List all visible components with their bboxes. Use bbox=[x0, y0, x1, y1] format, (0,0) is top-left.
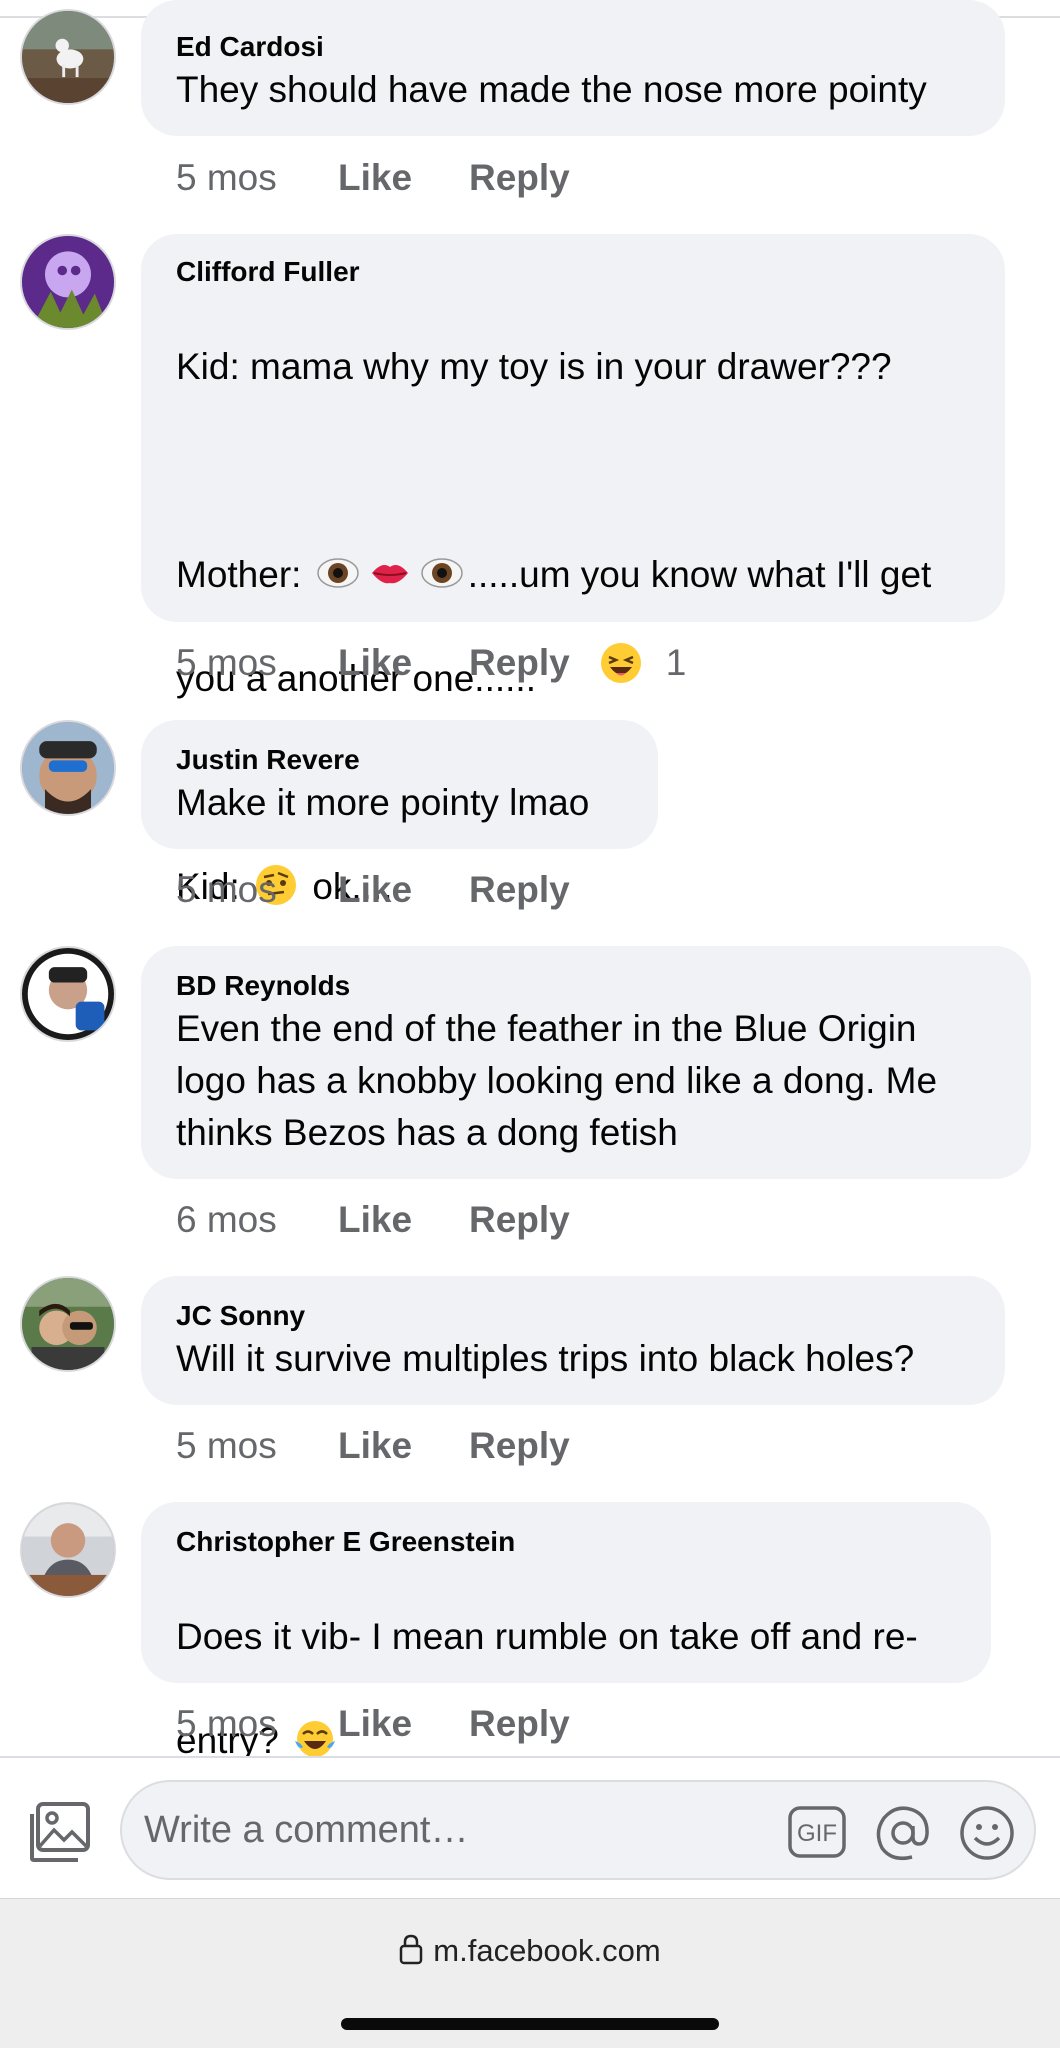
comment-line: Does it vib- I mean rumble on take off a… bbox=[176, 1616, 918, 1657]
reply-button[interactable]: Reply bbox=[469, 869, 570, 911]
comment-time[interactable]: 5 mos bbox=[176, 1425, 338, 1467]
comment-list: Ed Cardosi They should have made the nos… bbox=[0, 0, 1060, 1756]
comment-input-box[interactable]: GIF bbox=[120, 1780, 1036, 1880]
comment-text: Even the end of the feather in the Blue … bbox=[176, 1008, 938, 1153]
address-bar[interactable]: m.facebook.com bbox=[0, 1933, 1060, 1969]
comment-time[interactable]: 5 mos bbox=[176, 642, 338, 684]
comment-actions: 5 mos Like Reply bbox=[176, 1422, 570, 1470]
comment-author[interactable]: Ed Cardosi bbox=[176, 30, 969, 64]
lock-icon bbox=[400, 1934, 423, 1965]
like-button[interactable]: Like bbox=[338, 157, 469, 199]
at-mention-icon bbox=[876, 1806, 929, 1861]
gif-icon: GIF bbox=[788, 1806, 846, 1858]
comment-bubble: Ed Cardosi They should have made the nos… bbox=[141, 0, 1005, 136]
emoji-icon bbox=[960, 1806, 1014, 1860]
url-text: m.facebook.com bbox=[433, 1933, 661, 1968]
comment-author[interactable]: Christopher E Greenstein bbox=[176, 1525, 955, 1559]
avatar[interactable] bbox=[20, 9, 116, 105]
comment-time[interactable]: 5 mos bbox=[176, 869, 338, 911]
comment-bubble: Christopher E Greenstein Does it vib- I … bbox=[141, 1502, 991, 1756]
like-button[interactable]: Like bbox=[338, 1199, 469, 1241]
like-button[interactable]: Like bbox=[338, 1425, 469, 1467]
comment-text: They should have made the nose more poin… bbox=[176, 69, 927, 110]
reply-button[interactable]: Reply bbox=[469, 1703, 570, 1745]
avatar[interactable] bbox=[20, 234, 116, 330]
reaction-summary[interactable]: 1 bbox=[600, 642, 687, 684]
comment-line-prefix: Mother: bbox=[176, 554, 312, 595]
eye-emoji bbox=[420, 558, 463, 588]
comment-composer: GIF bbox=[0, 1758, 1060, 1898]
comment-bubble: BD Reynolds Even the end of the feather … bbox=[141, 946, 1031, 1179]
photo-icon bbox=[30, 1802, 90, 1862]
emoji-button[interactable] bbox=[958, 1804, 1016, 1862]
photo-button[interactable] bbox=[28, 1800, 92, 1864]
comment-text: Make it more pointy lmao bbox=[176, 782, 590, 823]
gif-button[interactable]: GIF bbox=[788, 1806, 846, 1858]
like-button[interactable]: Like bbox=[338, 1703, 469, 1745]
avatar[interactable] bbox=[20, 1276, 116, 1372]
reply-button[interactable]: Reply bbox=[469, 1425, 570, 1467]
lips-emoji bbox=[371, 565, 408, 584]
comment-line: Mother: .....um you know what I'll get bbox=[176, 549, 969, 601]
reply-button[interactable]: Reply bbox=[469, 1199, 570, 1241]
comment-bubble: JC Sonny Will it survive multiples trips… bbox=[141, 1276, 1005, 1405]
comment-author[interactable]: BD Reynolds bbox=[176, 969, 995, 1003]
avatar[interactable] bbox=[20, 1502, 116, 1598]
comment-line-suffix: .....um you know what I'll get bbox=[467, 554, 932, 595]
reaction-count: 1 bbox=[665, 642, 687, 683]
laughing-squint-emoji bbox=[600, 643, 641, 683]
like-button[interactable]: Like bbox=[338, 869, 469, 911]
reply-button[interactable]: Reply bbox=[469, 157, 570, 199]
comment-actions: 5 mos Like Reply bbox=[176, 154, 570, 202]
comment-author[interactable]: Justin Revere bbox=[176, 743, 622, 777]
reply-button[interactable]: Reply bbox=[469, 642, 570, 684]
comment-bubble: Justin Revere Make it more pointy lmao bbox=[141, 720, 658, 849]
comment-actions: 5 mos Like Reply 1 bbox=[176, 639, 686, 687]
comment-author[interactable]: Clifford Fuller bbox=[176, 255, 969, 289]
comment-author[interactable]: JC Sonny bbox=[176, 1299, 969, 1333]
comment-time[interactable]: 6 mos bbox=[176, 1199, 338, 1241]
comment-actions: 6 mos Like Reply bbox=[176, 1196, 570, 1244]
comment-time[interactable]: 5 mos bbox=[176, 157, 338, 199]
browser-bar: m.facebook.com bbox=[0, 1898, 1060, 2048]
home-indicator[interactable] bbox=[341, 2018, 719, 2030]
gif-label: GIF bbox=[797, 1820, 837, 1847]
comment-time[interactable]: 5 mos bbox=[176, 1703, 338, 1745]
mention-button[interactable] bbox=[874, 1804, 932, 1862]
like-button[interactable]: Like bbox=[338, 642, 469, 684]
comment-bubble: Clifford Fuller Kid: mama why my toy is … bbox=[141, 234, 1005, 907]
eyes-emoji bbox=[316, 558, 359, 588]
comment-actions: 5 mos Like Reply bbox=[176, 866, 570, 914]
comment-actions: 5 mos Like Reply bbox=[176, 1700, 570, 1748]
comment-line: Kid: mama why my toy is in your drawer??… bbox=[176, 346, 892, 387]
comment-text: Kid: mama why my toy is in your drawer??… bbox=[176, 289, 969, 965]
avatar[interactable] bbox=[20, 946, 116, 1042]
comment-input[interactable] bbox=[144, 1800, 784, 1860]
avatar[interactable] bbox=[20, 720, 116, 816]
comment-text: Will it survive multiples trips into bla… bbox=[176, 1338, 915, 1379]
